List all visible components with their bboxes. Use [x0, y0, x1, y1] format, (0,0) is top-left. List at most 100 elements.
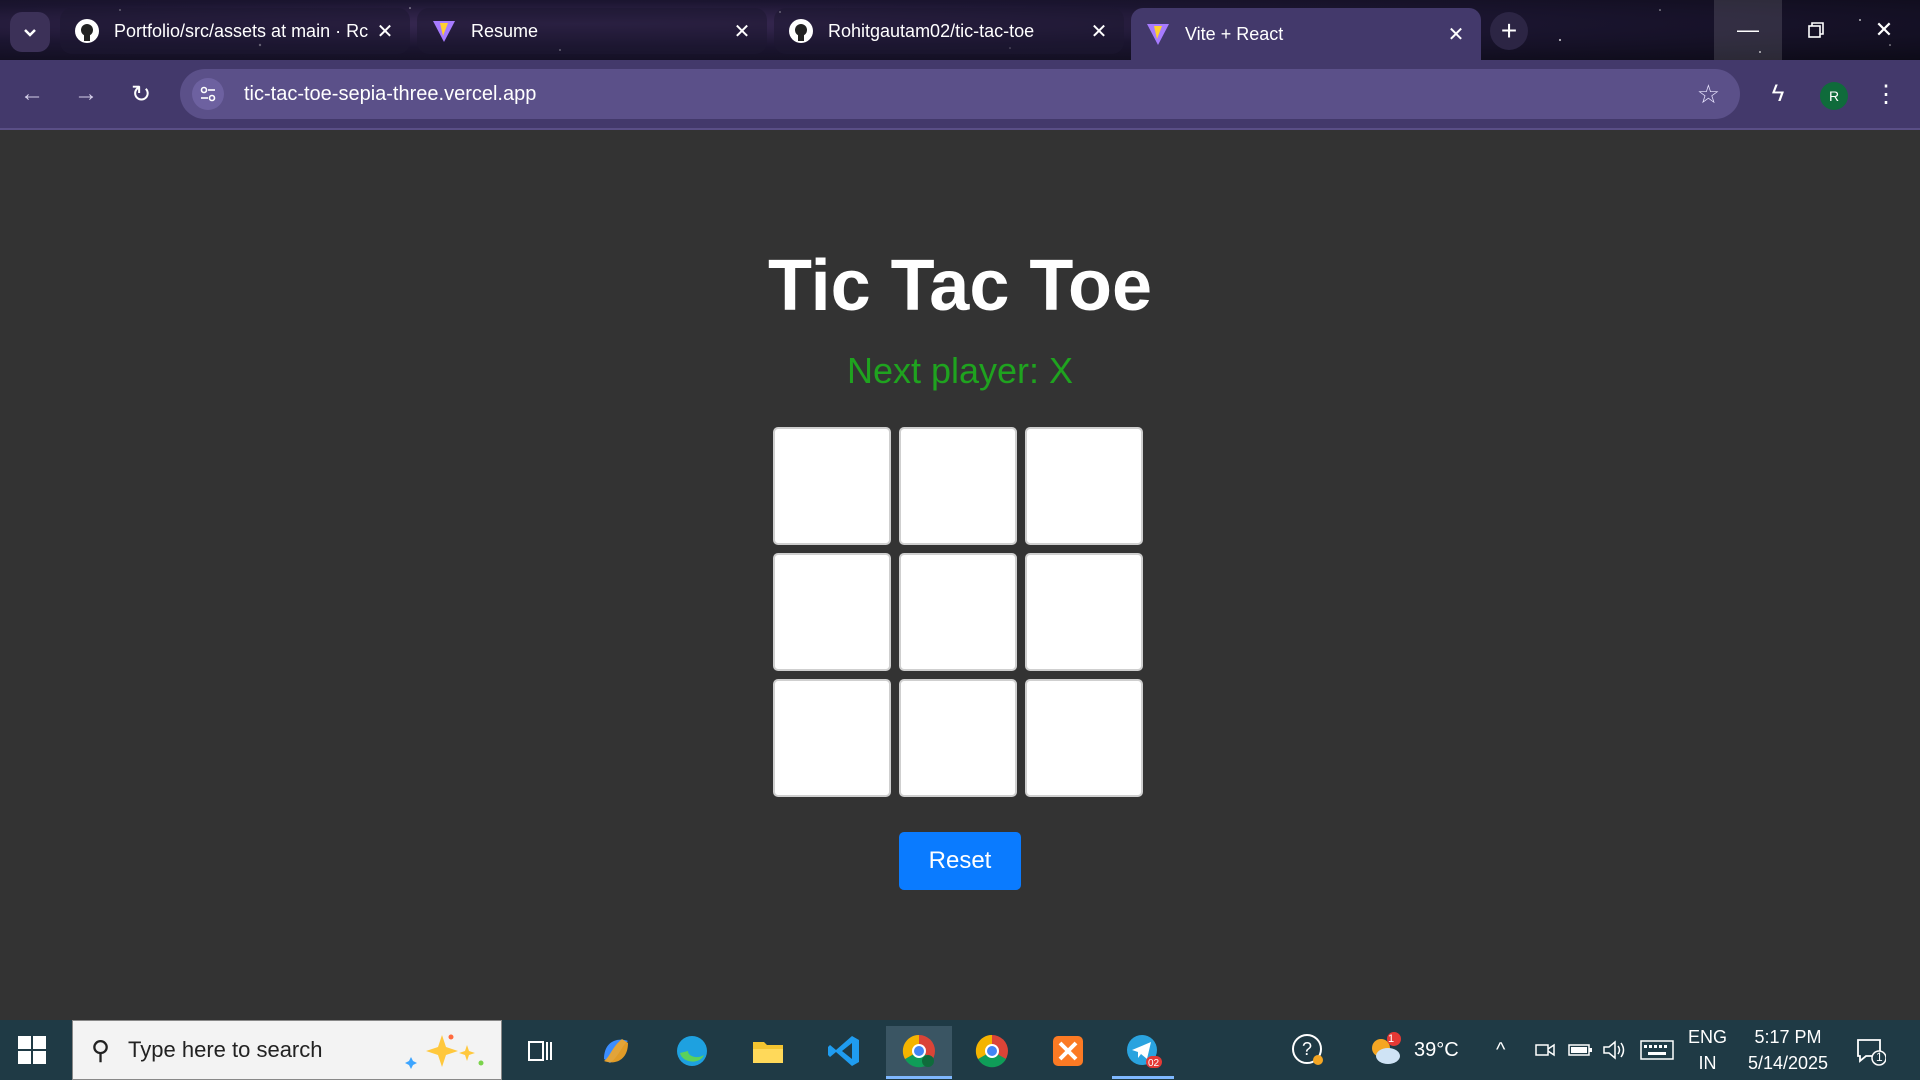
battery-tray[interactable]: [1568, 1020, 1594, 1080]
xampp-icon: [1053, 1036, 1083, 1066]
clock-date: 5/14/2025: [1747, 1053, 1829, 1073]
telegram-badge: 02: [1148, 1058, 1160, 1069]
close-icon[interactable]: ✕: [1441, 22, 1471, 47]
vite-icon: [1145, 21, 1171, 47]
menu-button[interactable]: ⋮: [1866, 74, 1906, 114]
square-3[interactable]: [773, 553, 891, 671]
chevron-down-icon: [24, 29, 36, 37]
github-icon: [788, 18, 814, 44]
copilot-app[interactable]: [586, 1026, 646, 1076]
chrome-icon: [902, 1034, 935, 1068]
search-placeholder: Type here to search: [128, 1037, 323, 1062]
tab-resume[interactable]: Resume ✕: [417, 8, 767, 54]
more-vertical-icon: ⋮: [1874, 80, 1898, 108]
performance-button[interactable]: ϟ: [1758, 74, 1798, 114]
tab-strip: Portfolio/src/assets at main · Rc ✕ Resu…: [0, 0, 1920, 60]
lightning-icon: ϟ: [1771, 80, 1785, 107]
square-0[interactable]: [773, 427, 891, 545]
chrome-profile-app[interactable]: [886, 1026, 952, 1079]
square-2[interactable]: [1025, 427, 1143, 545]
reload-button[interactable]: ↻: [121, 74, 161, 114]
tab-tic-tac-toe-repo[interactable]: Rohitgautam02/tic-tac-toe ✕: [774, 8, 1124, 54]
clock[interactable]: 5:17 PM 5/14/2025: [1744, 1020, 1832, 1080]
task-view-icon: [528, 1041, 552, 1061]
square-5[interactable]: [1025, 553, 1143, 671]
windows-start-icon[interactable]: [18, 1036, 46, 1064]
tab-title: Resume: [471, 20, 539, 41]
tab-vite-react[interactable]: Vite + React ✕: [1131, 8, 1481, 60]
chevron-up-icon: ^: [1496, 1038, 1506, 1061]
windows-taskbar: ⚲ Type here to search 02 ? 1 39°C ^ ENG …: [0, 1020, 1920, 1080]
telegram-app[interactable]: 02: [1112, 1026, 1174, 1079]
back-button[interactable]: ←: [12, 74, 52, 114]
url-text: tic-tac-toe-sepia-three.vercel.app: [244, 82, 537, 105]
meet-now-tray[interactable]: [1534, 1020, 1556, 1080]
help-icon: ?: [1292, 1034, 1323, 1065]
close-icon[interactable]: ✕: [727, 19, 757, 44]
weather-temperature: 39°C: [1414, 1038, 1459, 1061]
github-icon: [74, 18, 100, 44]
weather-badge: 1: [1388, 1033, 1395, 1045]
arrow-right-icon: →: [74, 80, 98, 107]
close-icon[interactable]: ✕: [370, 19, 400, 44]
profile-avatar[interactable]: R: [1820, 82, 1848, 110]
xampp-app[interactable]: [1038, 1026, 1098, 1076]
square-4[interactable]: [899, 553, 1017, 671]
tab-portfolio[interactable]: Portfolio/src/assets at main · Rc ✕: [60, 8, 410, 54]
browser-toolbar: ← → ↻ tic-tac-toe-sepia-three.vercel.app…: [0, 60, 1920, 130]
folder-icon: [753, 1042, 783, 1063]
close-icon: ✕: [1874, 17, 1894, 42]
minimize-icon: —: [1737, 17, 1759, 42]
speaker-icon: [1603, 1040, 1625, 1060]
keyboard-icon: [1640, 1040, 1674, 1060]
svg-text:?: ?: [1302, 1039, 1312, 1059]
square-7[interactable]: [899, 679, 1017, 797]
reset-button[interactable]: Reset: [899, 832, 1021, 890]
copilot-icon: [604, 1039, 628, 1063]
edge-icon: [677, 1036, 707, 1066]
weather-sun-cloud-icon: [1372, 1032, 1401, 1064]
restore-button[interactable]: [1782, 0, 1850, 60]
taskbar-search-box[interactable]: ⚲ Type here to search: [72, 1020, 502, 1080]
chrome-app[interactable]: [962, 1026, 1022, 1076]
file-explorer-app[interactable]: [738, 1026, 798, 1076]
new-tab-button[interactable]: +: [1490, 12, 1528, 50]
vscode-icon: [828, 1036, 859, 1066]
minimize-button[interactable]: —: [1714, 0, 1782, 60]
tab-title: Portfolio/src/assets at main · Rc: [114, 20, 369, 41]
search-highlight-icon: [405, 1034, 484, 1069]
notification-center-button[interactable]: 1: [1854, 1020, 1886, 1080]
region-code: IN: [1698, 1053, 1717, 1073]
restore-icon: [1808, 22, 1824, 38]
touch-keyboard-tray[interactable]: [1640, 1020, 1674, 1080]
edge-app[interactable]: [662, 1026, 722, 1076]
volume-tray[interactable]: [1602, 1020, 1628, 1080]
game-board: [773, 427, 1147, 801]
language-code: ENG: [1688, 1027, 1728, 1047]
square-6[interactable]: [773, 679, 891, 797]
weather-widget[interactable]: 1 39°C: [1366, 1020, 1459, 1080]
square-8[interactable]: [1025, 679, 1143, 797]
page-title: Tic Tac Toe: [767, 246, 1153, 326]
show-hidden-icons[interactable]: ^: [1496, 1020, 1505, 1080]
arrow-left-icon: ←: [20, 80, 44, 107]
close-icon[interactable]: ✕: [1084, 19, 1114, 44]
task-view-button[interactable]: [510, 1026, 570, 1076]
bookmark-star-icon[interactable]: ☆: [1697, 79, 1720, 110]
language-indicator[interactable]: ENG IN: [1688, 1020, 1727, 1080]
help-tray[interactable]: ?: [1290, 1020, 1326, 1080]
square-1[interactable]: [899, 427, 1017, 545]
search-icon: ⚲: [91, 1034, 111, 1065]
tab-search-button[interactable]: [10, 12, 50, 52]
site-info-icon[interactable]: [192, 78, 224, 110]
chrome-icon: [975, 1034, 1008, 1068]
status-text: Next player: X: [846, 350, 1074, 391]
tab-title: Vite + React: [1185, 23, 1284, 44]
close-window-button[interactable]: ✕: [1850, 0, 1918, 60]
vite-icon: [431, 18, 457, 44]
reload-icon: ↻: [130, 80, 152, 108]
vscode-app[interactable]: [814, 1026, 874, 1076]
address-bar[interactable]: tic-tac-toe-sepia-three.vercel.app ☆: [180, 69, 1740, 119]
forward-button[interactable]: →: [66, 74, 106, 114]
battery-icon: [1568, 1044, 1592, 1056]
